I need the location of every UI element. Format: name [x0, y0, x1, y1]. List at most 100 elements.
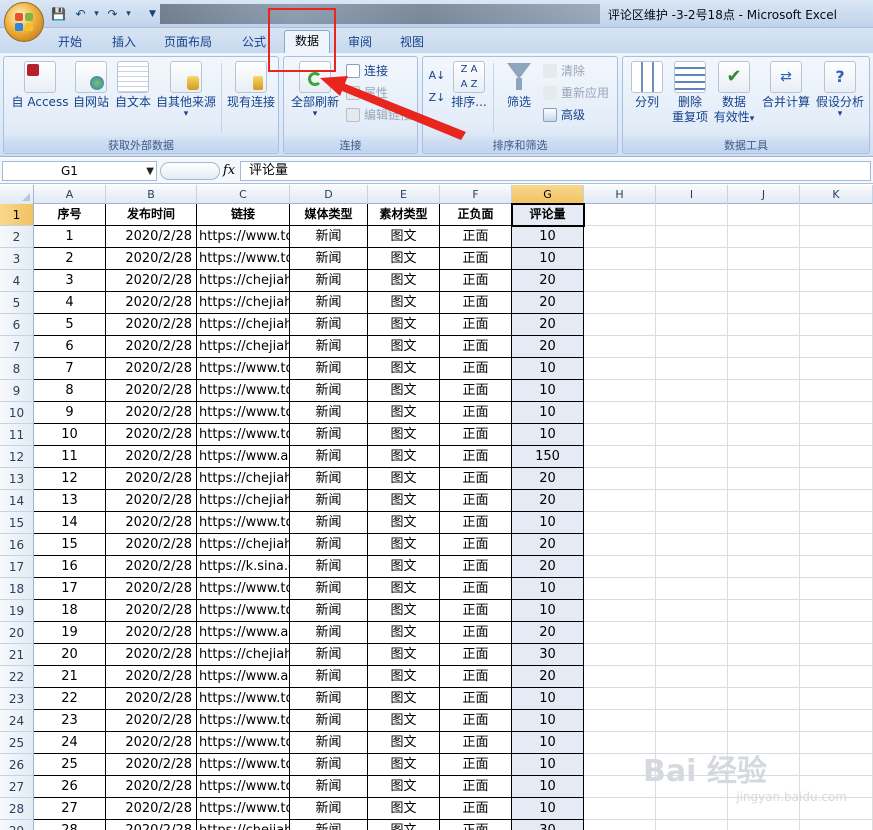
- empty-cell[interactable]: [728, 600, 800, 622]
- undo-dropdown-icon[interactable]: ▾: [88, 5, 105, 22]
- cell-index[interactable]: 14: [34, 512, 106, 534]
- cell-index[interactable]: 21: [34, 666, 106, 688]
- cell-date[interactable]: 2020/2/28: [106, 732, 197, 754]
- cell-media-type[interactable]: 新闻: [290, 732, 368, 754]
- cell-material-type[interactable]: 图文: [368, 468, 440, 490]
- cell-material-type[interactable]: 图文: [368, 380, 440, 402]
- empty-cell[interactable]: [584, 270, 656, 292]
- row-header[interactable]: 3: [0, 248, 34, 270]
- cell-media-type[interactable]: 新闻: [290, 534, 368, 556]
- cell-date[interactable]: 2020/2/28: [106, 776, 197, 798]
- empty-cell[interactable]: [800, 204, 873, 226]
- cell-date[interactable]: 2020/2/28: [106, 248, 197, 270]
- cell-comment-count[interactable]: 30: [512, 820, 584, 830]
- row-header[interactable]: 6: [0, 314, 34, 336]
- cell-material-type[interactable]: 图文: [368, 358, 440, 380]
- edit-links-button[interactable]: 编辑链接: [346, 106, 412, 124]
- cell-comment-count[interactable]: 30: [512, 644, 584, 666]
- empty-cell[interactable]: [800, 512, 873, 534]
- consolidate-button[interactable]: ⇄ 合并计算: [759, 61, 813, 110]
- empty-cell[interactable]: [800, 314, 873, 336]
- cell-sentiment[interactable]: 正面: [440, 468, 512, 490]
- empty-cell[interactable]: [584, 446, 656, 468]
- cell-link[interactable]: https://www.to: [197, 600, 290, 622]
- empty-cell[interactable]: [584, 314, 656, 336]
- cell-link[interactable]: https://www.to: [197, 732, 290, 754]
- cell-sentiment[interactable]: 正面: [440, 578, 512, 600]
- empty-cell[interactable]: [584, 600, 656, 622]
- empty-cell[interactable]: [584, 336, 656, 358]
- cell-index[interactable]: 1: [34, 226, 106, 248]
- empty-cell[interactable]: [728, 270, 800, 292]
- cell-date[interactable]: 2020/2/28: [106, 424, 197, 446]
- cell-date[interactable]: 2020/2/28: [106, 314, 197, 336]
- empty-cell[interactable]: [728, 688, 800, 710]
- cell-date[interactable]: 2020/2/28: [106, 512, 197, 534]
- empty-cell[interactable]: [584, 578, 656, 600]
- cell-media-type[interactable]: 新闻: [290, 666, 368, 688]
- cell-media-type[interactable]: 新闻: [290, 402, 368, 424]
- row-header[interactable]: 18: [0, 578, 34, 600]
- cell-comment-count[interactable]: 10: [512, 754, 584, 776]
- cell-media-type[interactable]: 新闻: [290, 644, 368, 666]
- empty-cell[interactable]: [656, 380, 728, 402]
- tab-home[interactable]: 开始: [58, 32, 82, 52]
- empty-cell[interactable]: [800, 556, 873, 578]
- cell-sentiment[interactable]: 正面: [440, 666, 512, 688]
- name-box[interactable]: G1 ▼: [2, 161, 157, 181]
- cell-index[interactable]: 24: [34, 732, 106, 754]
- cell-sentiment[interactable]: 正面: [440, 820, 512, 830]
- empty-cell[interactable]: [584, 556, 656, 578]
- cell-index[interactable]: 28: [34, 820, 106, 830]
- row-header[interactable]: 16: [0, 534, 34, 556]
- row-header[interactable]: 25: [0, 732, 34, 754]
- table-header-index[interactable]: 序号: [34, 204, 106, 226]
- empty-cell[interactable]: [656, 732, 728, 754]
- properties-button[interactable]: 属性: [346, 84, 388, 102]
- table-header-sentiment[interactable]: 正负面: [440, 204, 512, 226]
- empty-cell[interactable]: [800, 732, 873, 754]
- row-header[interactable]: 12: [0, 446, 34, 468]
- cell-comment-count[interactable]: 10: [512, 776, 584, 798]
- empty-cell[interactable]: [584, 490, 656, 512]
- cell-sentiment[interactable]: 正面: [440, 336, 512, 358]
- cell-index[interactable]: 16: [34, 556, 106, 578]
- empty-cell[interactable]: [584, 688, 656, 710]
- cell-material-type[interactable]: 图文: [368, 776, 440, 798]
- empty-cell[interactable]: [728, 314, 800, 336]
- empty-cell[interactable]: [728, 666, 800, 688]
- cell-date[interactable]: 2020/2/28: [106, 600, 197, 622]
- cell-comment-count[interactable]: 10: [512, 226, 584, 248]
- cell-date[interactable]: 2020/2/28: [106, 446, 197, 468]
- empty-cell[interactable]: [656, 556, 728, 578]
- empty-cell[interactable]: [800, 644, 873, 666]
- cell-link[interactable]: https://www.au: [197, 446, 290, 468]
- cell-index[interactable]: 17: [34, 578, 106, 600]
- cell-media-type[interactable]: 新闻: [290, 358, 368, 380]
- cell-comment-count[interactable]: 20: [512, 622, 584, 644]
- cell-link[interactable]: https://www.to: [197, 798, 290, 820]
- formula-bar-resize-handle[interactable]: [160, 162, 220, 180]
- empty-cell[interactable]: [800, 336, 873, 358]
- cell-link[interactable]: https://chejiah: [197, 336, 290, 358]
- empty-cell[interactable]: [800, 270, 873, 292]
- cell-material-type[interactable]: 图文: [368, 600, 440, 622]
- reapply-button[interactable]: 重新应用: [543, 84, 609, 102]
- empty-cell[interactable]: [656, 204, 728, 226]
- cell-index[interactable]: 18: [34, 600, 106, 622]
- cell-link[interactable]: https://chejiah: [197, 292, 290, 314]
- cell-index[interactable]: 6: [34, 336, 106, 358]
- cell-link[interactable]: https://chejiah: [197, 490, 290, 512]
- cell-link[interactable]: https://www.to: [197, 688, 290, 710]
- connections-button[interactable]: 连接: [346, 62, 388, 80]
- row-header[interactable]: 14: [0, 490, 34, 512]
- cell-media-type[interactable]: 新闻: [290, 622, 368, 644]
- empty-cell[interactable]: [584, 204, 656, 226]
- tab-page-layout[interactable]: 页面布局: [164, 32, 212, 52]
- empty-cell[interactable]: [728, 226, 800, 248]
- cell-comment-count[interactable]: 20: [512, 534, 584, 556]
- cell-index[interactable]: 22: [34, 688, 106, 710]
- column-header-a[interactable]: A: [34, 185, 106, 204]
- empty-cell[interactable]: [800, 578, 873, 600]
- cell-index[interactable]: 13: [34, 490, 106, 512]
